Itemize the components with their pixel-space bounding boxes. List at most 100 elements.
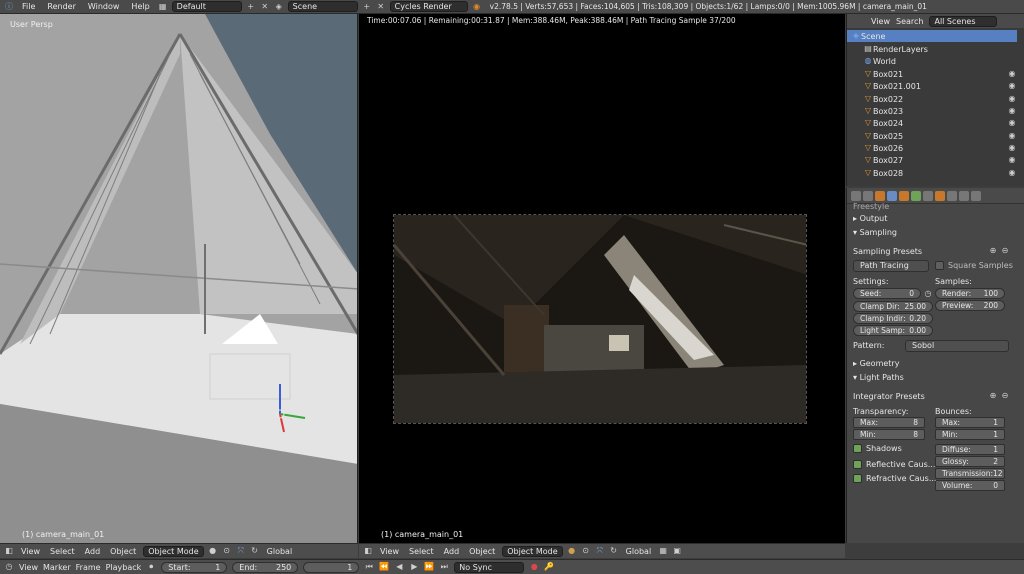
outliner-item-box021-001[interactable]: ▽ Box021.001 ◉ (847, 80, 1017, 92)
editor-type-icon[interactable]: ◷ (4, 562, 14, 572)
menu-select[interactable]: Select (47, 547, 78, 556)
remove-preset-icon[interactable]: ⊖ (1000, 246, 1010, 256)
remove-integrator-preset-icon[interactable]: ⊖ (1000, 391, 1010, 401)
visibility-eye-icon[interactable]: ◉ (1007, 168, 1017, 178)
render-engine-selector[interactable]: Cycles Render (389, 1, 468, 12)
outliner-item-box024[interactable]: ▽ Box024 ◉ (847, 117, 1017, 129)
material-tab-icon[interactable] (947, 190, 957, 201)
bounces-min-field[interactable]: Min: 1 (935, 429, 1005, 440)
visibility-eye-icon[interactable]: ◉ (1007, 118, 1017, 128)
outliner-item-world[interactable]: ◍ World (847, 55, 1017, 67)
clamp-indirect-field[interactable]: Clamp Indir: 0.20 (853, 313, 933, 324)
outliner-item-box027[interactable]: ▽ Box027 ◉ (847, 154, 1017, 166)
shading-icon[interactable]: ● (567, 546, 577, 556)
outliner-item-box021[interactable]: ▽ Box021 ◉ (847, 68, 1017, 80)
object-tab-icon[interactable] (899, 190, 909, 201)
timeline-marker-menu[interactable]: Marker (43, 563, 71, 572)
scene-selector[interactable]: Scene (287, 1, 358, 12)
output-panel-header[interactable]: ▸ Output (853, 214, 887, 223)
add-scene-icon[interactable]: + (362, 2, 372, 12)
layers-icon[interactable]: ▦ (658, 546, 668, 556)
constraints-tab-icon[interactable] (911, 190, 921, 201)
seed-field[interactable]: Seed: 0 (853, 288, 921, 299)
outliner-item-renderlayers[interactable]: ▤ RenderLayers (847, 43, 1017, 55)
shadows-toggle[interactable]: Shadows (853, 444, 902, 453)
render-samples-field[interactable]: Render: 100 (935, 288, 1005, 299)
diffuse-bounces-field[interactable]: Diffuse: 1 (935, 444, 1005, 455)
data-tab-icon[interactable] (935, 190, 945, 201)
3d-viewport-rendered[interactable]: Time:00:07.06 | Remaining:00:31.87 | Mem… (359, 14, 845, 543)
preview-range-icon[interactable]: ⏺ (146, 562, 156, 572)
transparency-min-field[interactable]: Min: 8 (853, 429, 925, 440)
sampling-panel-header[interactable]: ▾ Sampling (853, 228, 897, 237)
checkbox[interactable] (853, 444, 862, 453)
sampling-presets-label[interactable]: Sampling Presets (853, 247, 922, 256)
visibility-eye-icon[interactable]: ◉ (1007, 155, 1017, 165)
outliner-search-menu[interactable]: Search (896, 17, 923, 26)
outliner-item-box022[interactable]: ▽ Box022 ◉ (847, 93, 1017, 105)
prev-keyframe-icon[interactable]: ⏪ (379, 562, 389, 572)
manipulator-icon[interactable]: ⤧ (595, 546, 605, 556)
add-integrator-preset-icon[interactable]: ⊕ (988, 391, 998, 401)
refractive-caustics-toggle[interactable]: Refractive Caus... (853, 474, 936, 483)
visibility-eye-icon[interactable]: ◉ (1007, 143, 1017, 153)
next-keyframe-icon[interactable]: ⏩ (424, 562, 434, 572)
texture-tab-icon[interactable] (959, 190, 969, 201)
record-icon[interactable]: ● (529, 562, 539, 572)
volume-bounces-field[interactable]: Volume: 0 (935, 480, 1005, 491)
visibility-eye-icon[interactable]: ◉ (1007, 94, 1017, 104)
outliner-item-box025[interactable]: ▽ Box025 ◉ (847, 130, 1017, 142)
outliner-view-menu[interactable]: View (871, 17, 890, 26)
checkbox[interactable] (853, 460, 862, 469)
clamp-direct-field[interactable]: Clamp Dir: 25.00 (853, 301, 933, 312)
timeline-view-menu[interactable]: View (19, 563, 38, 572)
render-tab-icon[interactable] (851, 190, 861, 201)
menu-add[interactable]: Add (441, 547, 463, 556)
orientation-selector[interactable]: Global (264, 547, 296, 556)
play-icon[interactable]: ▶ (409, 562, 419, 572)
shading-icon[interactable]: ● (208, 546, 218, 556)
jump-start-icon[interactable]: ⏮ (364, 562, 374, 572)
timeline-frame-menu[interactable]: Frame (76, 563, 101, 572)
menu-select[interactable]: Select (406, 547, 437, 556)
menu-help[interactable]: Help (127, 2, 153, 11)
visibility-eye-icon[interactable]: ◉ (1007, 106, 1017, 116)
outliner-item-scene[interactable]: ◈ Scene (847, 30, 1017, 42)
add-preset-icon[interactable]: ⊕ (988, 246, 998, 256)
visibility-eye-icon[interactable]: ◉ (1007, 131, 1017, 141)
info-icon[interactable]: ⓘ (4, 2, 14, 12)
integrator-selector[interactable]: Path Tracing (853, 260, 929, 272)
remove-scene-icon[interactable]: ✕ (376, 2, 386, 12)
visibility-eye-icon[interactable]: ◉ (1007, 81, 1017, 91)
editor-type-icon[interactable]: ◧ (4, 546, 14, 556)
menu-add[interactable]: Add (82, 547, 104, 556)
layers-tab-icon[interactable] (863, 190, 873, 201)
sync-mode-selector[interactable]: No Sync (454, 561, 525, 573)
pivot-icon[interactable]: ⊙ (581, 546, 591, 556)
menu-file[interactable]: File (18, 2, 39, 11)
editor-type-icon[interactable]: ◧ (363, 546, 373, 556)
end-frame-field[interactable]: End: 250 (232, 561, 299, 573)
rotate-icon[interactable]: ↻ (609, 546, 619, 556)
timeline-playback-menu[interactable]: Playback (106, 563, 142, 572)
pivot-icon[interactable]: ⊙ (222, 546, 232, 556)
seed-clock-icon[interactable]: ◷ (923, 289, 933, 299)
orientation-selector[interactable]: Global (623, 547, 655, 556)
rotate-icon[interactable]: ↻ (250, 546, 260, 556)
render-icon[interactable]: ▣ (672, 546, 682, 556)
menu-view[interactable]: View (18, 547, 43, 556)
start-frame-field[interactable]: Start: 1 (161, 561, 228, 573)
outliner-filter-selector[interactable]: All Scenes (929, 15, 998, 27)
pattern-selector[interactable]: Sobol (905, 340, 1009, 352)
3d-viewport-persp[interactable]: User Persp (1) camera_main_01 (0, 14, 358, 543)
remove-layout-icon[interactable]: ✕ (260, 2, 270, 12)
transparency-max-field[interactable]: Max: 8 (853, 417, 925, 428)
modifiers-tab-icon[interactable] (923, 190, 933, 201)
mode-selector[interactable]: Object Mode (502, 545, 563, 557)
menu-window[interactable]: Window (84, 2, 124, 11)
square-samples-toggle[interactable]: Square Samples (935, 261, 1013, 270)
freestyle-panel-header[interactable]: Freestyle (853, 202, 889, 211)
preview-samples-field[interactable]: Preview: 200 (935, 300, 1005, 311)
current-frame-field[interactable]: 1 (303, 561, 360, 573)
light-sample-field[interactable]: Light Samp: 0.00 (853, 325, 933, 336)
